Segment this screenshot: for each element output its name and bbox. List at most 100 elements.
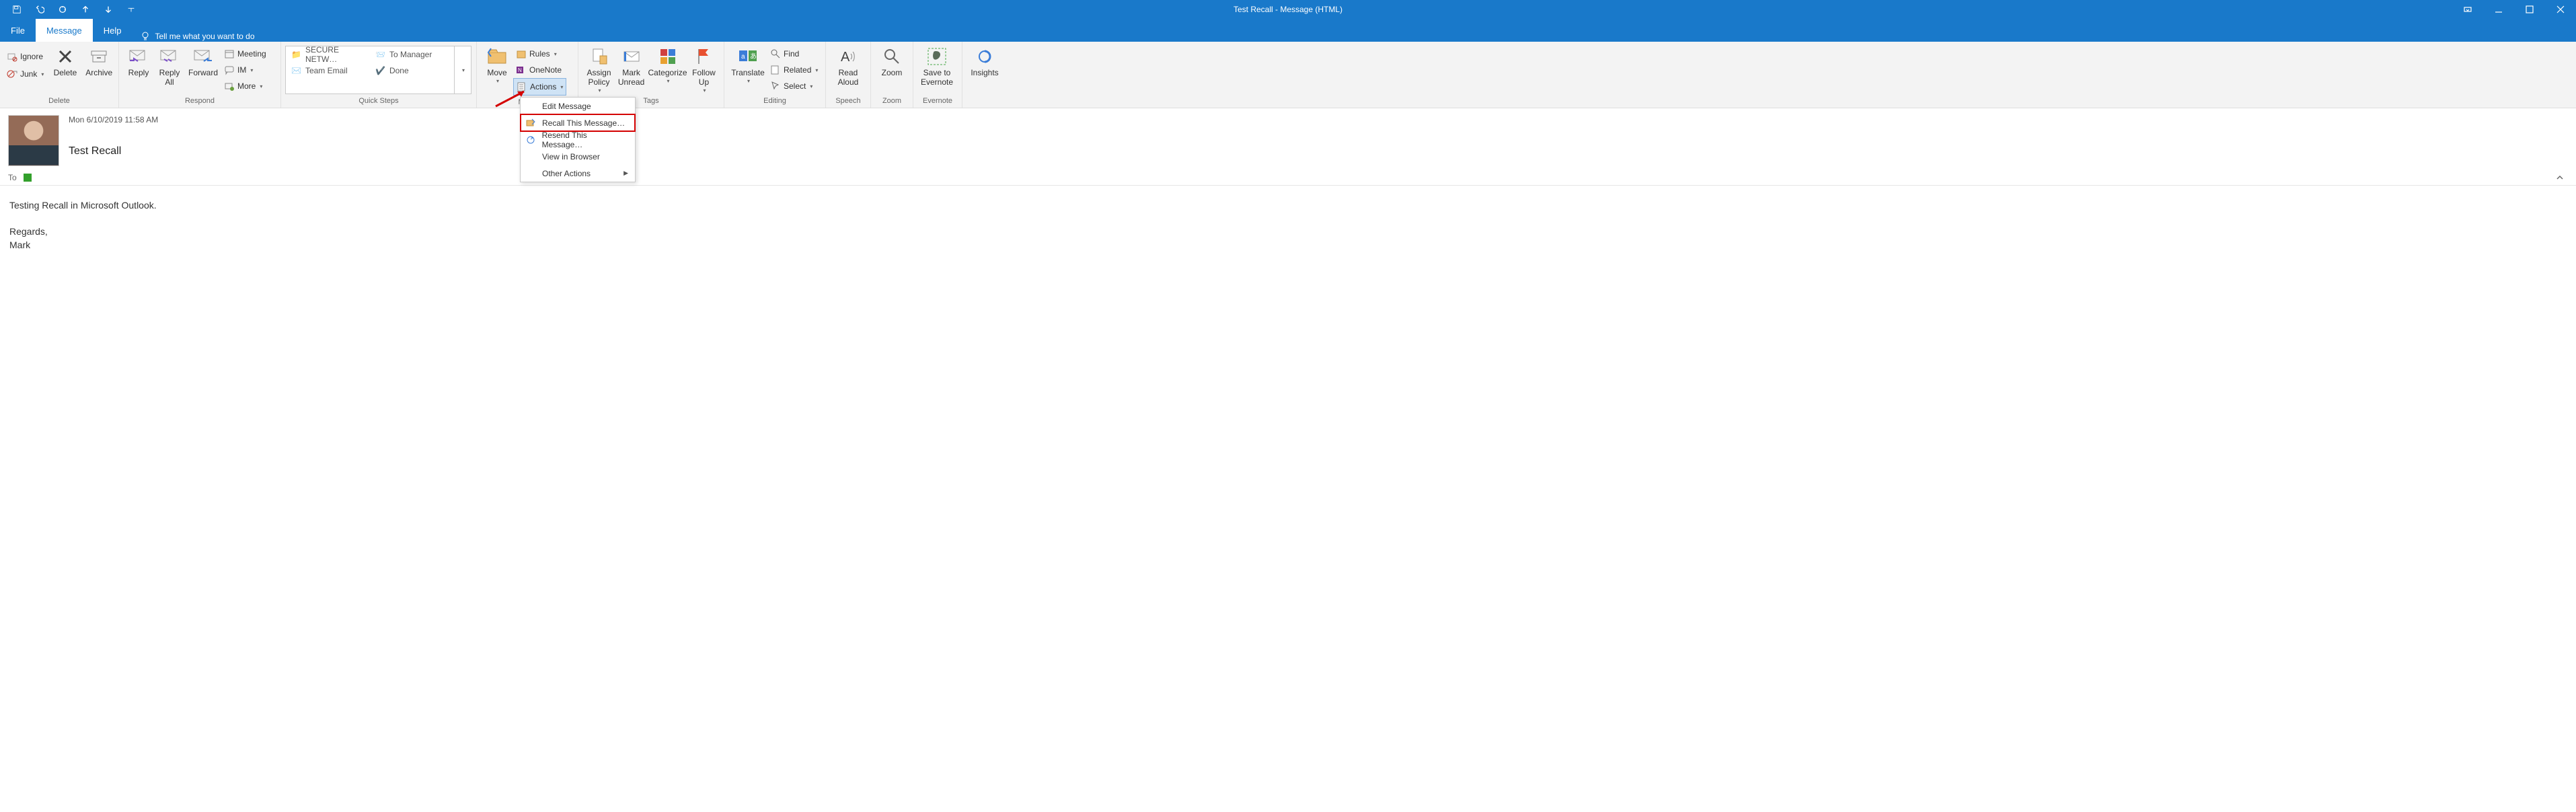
- group-label-editing: Editing: [724, 97, 825, 108]
- ribbon-tabs: File Message Help Tell me what you want …: [0, 19, 2576, 42]
- to-manager-icon: 📨: [375, 50, 385, 59]
- ribbon-display-button[interactable]: [2452, 0, 2483, 19]
- select-button[interactable]: Select▾: [767, 78, 821, 94]
- related-icon: [770, 65, 781, 75]
- rules-button[interactable]: Rules▾: [513, 46, 566, 62]
- window-controls: [2452, 0, 2576, 19]
- save-evernote-button[interactable]: Save to Evernote: [917, 44, 956, 87]
- save-button[interactable]: [5, 0, 28, 19]
- tab-help[interactable]: Help: [93, 19, 132, 42]
- prev-item-button[interactable]: [74, 0, 97, 19]
- cursor-icon: [770, 81, 781, 91]
- quick-step-secure[interactable]: 📁SECURE NETW…: [286, 46, 370, 63]
- next-item-button[interactable]: [97, 0, 120, 19]
- tell-me-search[interactable]: Tell me what you want to do: [132, 31, 262, 42]
- junk-button[interactable]: Junk▾: [4, 66, 46, 82]
- chevron-down-icon: ▾: [599, 87, 601, 94]
- tab-file[interactable]: File: [0, 19, 36, 42]
- mark-unread-icon: [621, 46, 642, 67]
- chevron-down-icon: ▾: [250, 67, 253, 73]
- collapse-header-button[interactable]: [2556, 174, 2564, 182]
- onenote-icon: N: [516, 65, 527, 75]
- menu-other-actions[interactable]: Other Actions▶: [521, 165, 635, 182]
- maximize-button[interactable]: [2514, 0, 2545, 19]
- forward-button[interactable]: Forward: [185, 44, 221, 78]
- quick-step-manager[interactable]: 📨To Manager: [370, 46, 454, 63]
- calendar-icon: [224, 48, 235, 59]
- annotation-arrow-icon: [494, 89, 528, 108]
- flag-icon: [693, 46, 714, 67]
- menu-recall-message[interactable]: Recall This Message…: [521, 114, 635, 131]
- window-title: Test Recall - Message (HTML): [1234, 5, 1342, 14]
- assign-policy-icon: [589, 46, 610, 67]
- more-respond-button[interactable]: More▾: [221, 78, 269, 94]
- group-label-insights: [962, 97, 1007, 108]
- meeting-button[interactable]: Meeting: [221, 46, 269, 62]
- archive-icon: [88, 46, 110, 67]
- tab-message[interactable]: Message: [36, 19, 93, 42]
- related-button[interactable]: Related▾: [767, 62, 821, 78]
- group-label-respond: Respond: [119, 97, 280, 108]
- categorize-button[interactable]: Categorize▾: [647, 44, 688, 84]
- chat-icon: [224, 65, 235, 75]
- resend-icon: [525, 134, 537, 146]
- chevron-down-icon: ▾: [41, 71, 44, 77]
- svg-text:A: A: [841, 50, 850, 65]
- chevron-down-icon: ▾: [554, 51, 557, 57]
- zoom-button[interactable]: Zoom: [875, 44, 909, 78]
- junk-icon: [7, 69, 17, 79]
- assign-policy-button[interactable]: Assign Policy▾: [582, 44, 615, 94]
- insights-button[interactable]: Insights: [967, 44, 1003, 78]
- quick-step-team[interactable]: ✉️Team Email: [286, 63, 370, 79]
- chevron-down-icon: ▾: [810, 83, 812, 89]
- onenote-button[interactable]: NOneNote: [513, 62, 566, 78]
- menu-view-browser[interactable]: View in Browser: [521, 148, 635, 165]
- group-respond: Reply Reply All Forward Meeting IM▾ More…: [119, 42, 281, 108]
- more-icon: [224, 81, 235, 91]
- to-label: To: [8, 173, 17, 182]
- im-button[interactable]: IM▾: [221, 62, 269, 78]
- read-aloud-button[interactable]: ARead Aloud: [830, 44, 866, 87]
- menu-resend-message[interactable]: Resend This Message…: [521, 131, 635, 148]
- quick-steps-gallery[interactable]: 📁SECURE NETW… 📨To Manager ✉️Team Email ✔…: [285, 46, 455, 94]
- reply-all-icon: [159, 46, 180, 67]
- move-folder-icon: [486, 46, 508, 67]
- actions-dropdown-menu: Edit Message Recall This Message… Resend…: [520, 97, 636, 182]
- quick-steps-more-button[interactable]: ▾: [455, 46, 471, 94]
- done-icon: ✔️: [375, 66, 385, 75]
- translate-button[interactable]: aあTranslate▾: [728, 44, 767, 84]
- ignore-button[interactable]: Ignore: [4, 48, 46, 65]
- message-subject: Test Recall: [69, 145, 158, 157]
- read-aloud-icon: A: [837, 46, 859, 67]
- chevron-down-icon: ▾: [815, 67, 818, 73]
- reply-all-button[interactable]: Reply All: [154, 44, 185, 87]
- move-button[interactable]: Move▾: [481, 44, 513, 84]
- close-button[interactable]: [2545, 0, 2576, 19]
- quick-step-done[interactable]: ✔️Done: [370, 63, 454, 79]
- chevron-down-icon: ▾: [747, 78, 750, 84]
- group-insights: Insights: [962, 42, 1007, 108]
- redo-button[interactable]: [51, 0, 74, 19]
- menu-edit-message[interactable]: Edit Message: [521, 98, 635, 114]
- archive-button[interactable]: Archive: [83, 44, 114, 78]
- presence-icon: [24, 174, 32, 182]
- chevron-down-icon: ▾: [260, 83, 262, 89]
- chevron-down-icon: ▾: [560, 84, 563, 90]
- message-date: Mon 6/10/2019 11:58 AM: [69, 115, 158, 124]
- ignore-icon: [7, 51, 17, 62]
- chevron-down-icon: ▾: [496, 78, 499, 84]
- reply-button[interactable]: Reply: [123, 44, 154, 78]
- recall-icon: [525, 117, 537, 129]
- undo-button[interactable]: [28, 0, 51, 19]
- mark-unread-button[interactable]: Mark Unread: [615, 44, 647, 87]
- minimize-button[interactable]: [2483, 0, 2514, 19]
- group-delete: Ignore Junk▾ Delete Archive Delete: [0, 42, 119, 108]
- svg-text:a: a: [741, 53, 745, 61]
- group-editing: aあTranslate▾ Find Related▾ Select▾ Editi…: [724, 42, 826, 108]
- group-quick-steps: 📁SECURE NETW… 📨To Manager ✉️Team Email ✔…: [281, 42, 477, 108]
- message-from: [69, 127, 158, 143]
- customize-qat-button[interactable]: [120, 0, 143, 19]
- find-button[interactable]: Find: [767, 46, 821, 62]
- follow-up-button[interactable]: Follow Up▾: [688, 44, 720, 94]
- delete-button[interactable]: Delete: [46, 44, 83, 78]
